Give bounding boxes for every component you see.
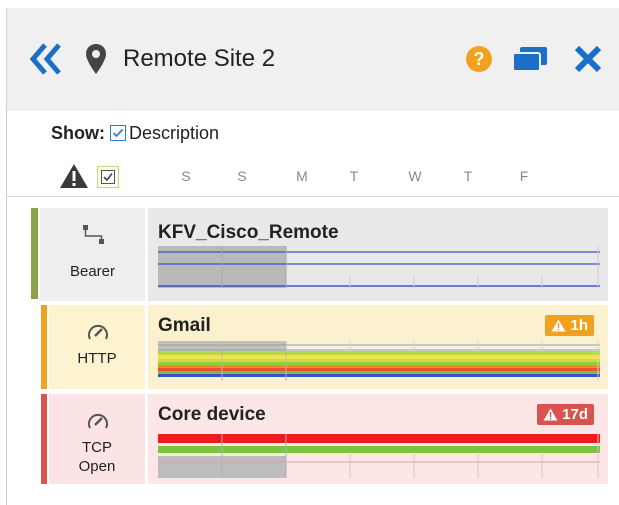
row-title: Gmail xyxy=(158,315,211,336)
monitor-row-http[interactable]: HTTP Gmail 1h xyxy=(7,305,619,389)
row-title: Core device xyxy=(158,404,266,425)
row-type-label: HTTP xyxy=(77,350,117,367)
svg-text:?: ? xyxy=(474,49,485,69)
description-label: Description xyxy=(129,122,220,143)
warning-filter-checkbox[interactable] xyxy=(97,166,119,188)
row-type: HTTP xyxy=(49,305,145,389)
alert-badge[interactable]: 1h xyxy=(545,315,594,336)
close-button[interactable] xyxy=(573,8,603,109)
row-type: Bearer xyxy=(40,208,145,301)
day-label: T xyxy=(463,168,473,184)
gauge-icon xyxy=(88,413,108,429)
map-pin-icon xyxy=(86,43,106,74)
warning-icon xyxy=(543,408,558,421)
popout-button[interactable] xyxy=(512,8,548,109)
page-title: Remote Site 2 xyxy=(123,44,276,72)
day-label: F xyxy=(519,168,529,184)
row-content: KFV_Cisco_Remote xyxy=(148,208,608,301)
availability-chart xyxy=(158,246,600,288)
alert-badge[interactable]: 17d xyxy=(537,404,594,425)
show-label: Show: xyxy=(51,122,105,143)
row-title: KFV_Cisco_Remote xyxy=(158,222,339,243)
row-type: TCP Open xyxy=(49,394,145,484)
row-type-label: TCP Open xyxy=(49,438,145,476)
site-panel: Remote Site 2 ? Show: Description S S M … xyxy=(6,8,619,505)
row-type-label: Bearer xyxy=(69,263,116,280)
warning-icon xyxy=(60,164,88,188)
day-label: W xyxy=(408,168,422,184)
row-type-label-line2: Open xyxy=(78,458,116,475)
day-label: T xyxy=(349,168,359,184)
gauge-icon xyxy=(88,324,108,340)
monitor-row-bearer[interactable]: Bearer KFV_Cisco_Remote xyxy=(7,208,619,301)
help-icon: ? xyxy=(466,45,492,72)
alert-duration: 17d xyxy=(562,406,588,423)
timeline-header: S S M T W T F xyxy=(7,160,619,197)
collapse-button[interactable] xyxy=(29,8,63,109)
availability-chart xyxy=(158,434,600,478)
alert-duration: 1h xyxy=(570,317,588,334)
location-marker xyxy=(85,8,107,109)
row-content: Core device 17d xyxy=(148,394,608,484)
row-accent xyxy=(31,208,38,299)
row-accent xyxy=(41,305,47,389)
description-checkbox[interactable] xyxy=(110,125,126,141)
checkmark-icon xyxy=(103,173,113,182)
double-chevron-left-icon xyxy=(29,42,61,75)
row-content: Gmail 1h xyxy=(148,305,608,389)
panel-header: Remote Site 2 ? xyxy=(7,8,619,110)
checkmark-icon xyxy=(112,128,124,138)
close-icon xyxy=(574,45,602,72)
availability-chart xyxy=(158,341,600,381)
warning-icon xyxy=(551,319,566,332)
show-options: Show: Description xyxy=(51,121,219,145)
topology-icon xyxy=(83,225,104,244)
day-label: S xyxy=(237,168,247,184)
day-label: S xyxy=(181,168,191,184)
row-type-label-line1: TCP xyxy=(82,439,112,456)
row-accent xyxy=(41,394,47,484)
monitor-row-tcp[interactable]: TCP Open Core device 17d xyxy=(7,394,619,484)
warning-filter[interactable] xyxy=(59,163,89,189)
help-button[interactable]: ? xyxy=(466,8,492,109)
window-icon xyxy=(512,46,547,72)
day-label: M xyxy=(296,168,308,184)
